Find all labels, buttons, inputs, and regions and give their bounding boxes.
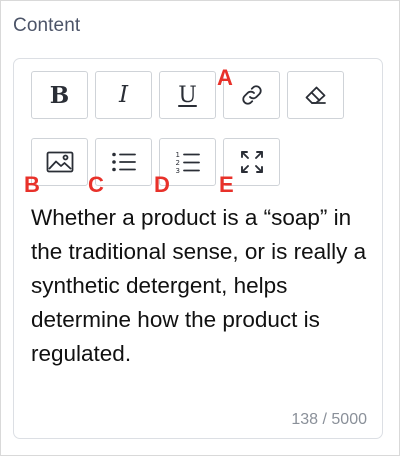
bulleted-list-icon — [111, 152, 136, 172]
image-icon — [46, 151, 73, 173]
callout-a: A — [217, 65, 233, 90]
svg-text:1: 1 — [175, 151, 179, 159]
callout-d: D — [154, 172, 170, 197]
link-icon — [241, 85, 262, 105]
bold-button[interactable]: B — [31, 71, 88, 119]
fullscreen-icon — [240, 151, 263, 173]
callout-c: C — [88, 172, 104, 197]
bold-icon: B — [49, 81, 70, 109]
character-counter: 138 / 5000 — [291, 411, 367, 428]
italic-button[interactable]: I — [95, 71, 152, 119]
callout-e: E — [219, 172, 234, 197]
field-label: Content — [13, 15, 81, 36]
underline-button[interactable]: U — [159, 71, 216, 119]
numbered-list-icon: 1 2 3 — [175, 151, 200, 174]
svg-text:3: 3 — [175, 167, 179, 174]
italic-icon: I — [118, 82, 129, 108]
content-field-panel: Content B I U 1 2 3 A B C D E Whether a … — [0, 0, 400, 456]
underline-icon: U — [178, 82, 197, 108]
clear-formatting-button[interactable] — [287, 71, 344, 119]
svg-text:2: 2 — [175, 159, 179, 167]
eraser-icon — [305, 86, 326, 104]
editor-content[interactable]: Whether a product is a “soap” in the tra… — [31, 201, 371, 371]
callout-b: B — [24, 172, 40, 197]
